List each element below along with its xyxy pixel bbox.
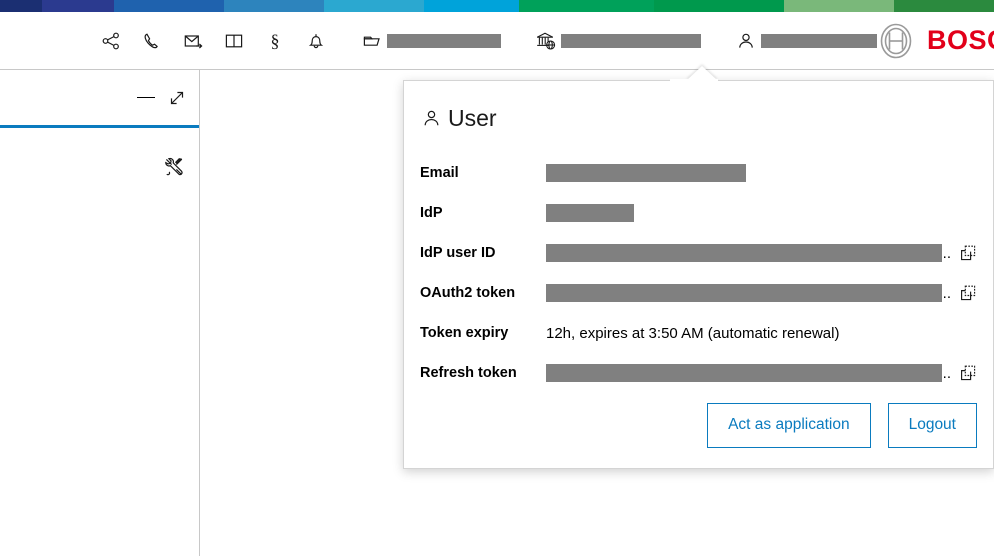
truncation-ellipsis: .. xyxy=(942,284,951,302)
copy-icon[interactable] xyxy=(959,244,977,262)
copy-icon[interactable] xyxy=(959,364,977,382)
left-panel-header xyxy=(0,70,199,128)
left-panel xyxy=(0,70,200,556)
copy-icon[interactable] xyxy=(959,284,977,302)
field-label: IdP user ID xyxy=(420,245,496,261)
app-header: § BOS xyxy=(0,12,994,70)
logout-button[interactable]: Logout xyxy=(887,403,977,448)
field-value: .. xyxy=(546,364,951,382)
app-root: § BOS User Email IdP IdP user ID .. OAut… xyxy=(0,0,994,556)
expand-icon[interactable] xyxy=(167,88,187,108)
user-field-row: Token expiry 12h, expires at 3:50 AM (aut… xyxy=(420,319,977,347)
supergraphic-segment-0 xyxy=(0,0,42,12)
redacted-value xyxy=(546,364,942,382)
user-popup: User Email IdP IdP user ID.. OAuth2 token..… xyxy=(403,80,994,469)
popup-title-text: User xyxy=(448,105,497,131)
header-icon-toolbar: § xyxy=(100,30,877,52)
user-icon xyxy=(735,30,757,52)
field-label: Token expiry xyxy=(420,325,509,341)
field-value xyxy=(546,164,977,182)
book-icon[interactable] xyxy=(223,30,245,52)
folder-label-redacted xyxy=(387,33,501,48)
field-label: Email xyxy=(420,165,459,181)
section-symbol-icon[interactable]: § xyxy=(264,30,286,52)
act-as-application-button[interactable]: Act as application xyxy=(707,403,871,448)
truncation-ellipsis: .. xyxy=(942,364,951,382)
field-value xyxy=(546,204,977,222)
supergraphic-segment-4 xyxy=(324,0,424,12)
svg-text:§: § xyxy=(271,31,280,51)
redacted-value xyxy=(546,284,942,302)
supergraphic-segment-1 xyxy=(42,0,114,12)
bosch-wordmark: BOSCH xyxy=(927,25,994,55)
minimize-icon[interactable] xyxy=(137,97,155,98)
user-field-row: IdP xyxy=(420,199,977,227)
supergraphic-segment-2 xyxy=(114,0,224,12)
user-field-row: OAuth2 token.. xyxy=(420,279,977,307)
tools-icon[interactable] xyxy=(163,156,185,178)
share-icon[interactable] xyxy=(100,30,122,52)
folder-group[interactable] xyxy=(361,30,501,52)
bosch-supergraphic xyxy=(0,0,994,12)
popup-tail-mask xyxy=(670,79,718,83)
supergraphic-segment-8 xyxy=(784,0,894,12)
folder-icon xyxy=(361,30,383,52)
truncation-ellipsis: .. xyxy=(942,244,951,262)
tenant-group[interactable] xyxy=(535,30,701,52)
user-group[interactable] xyxy=(735,30,877,52)
bosch-symbol-icon xyxy=(880,23,912,58)
supergraphic-segment-7 xyxy=(654,0,784,12)
tenant-label-redacted xyxy=(561,33,701,48)
user-field-row: Refresh token.. xyxy=(420,359,977,387)
field-value: .. xyxy=(546,284,951,302)
user-label-redacted xyxy=(761,33,877,48)
supergraphic-segment-5 xyxy=(424,0,519,12)
field-label: OAuth2 token xyxy=(420,285,516,301)
user-field-row: IdP user ID.. xyxy=(420,239,977,267)
supergraphic-segment-6 xyxy=(519,0,654,12)
user-field-row: Email xyxy=(420,159,977,187)
phone-icon[interactable] xyxy=(141,30,163,52)
field-value: 12h, expires at 3:50 AM (automatic renew… xyxy=(546,325,977,342)
redacted-value xyxy=(546,164,746,182)
bank-globe-icon xyxy=(535,30,557,52)
supergraphic-segment-9 xyxy=(894,0,994,12)
email-forward-icon[interactable] xyxy=(182,30,204,52)
field-value: .. xyxy=(546,244,951,262)
bosch-logo: BOSCH xyxy=(877,22,994,60)
popup-actions: Act as application Logout xyxy=(707,403,977,448)
user-icon xyxy=(424,110,439,126)
popup-title: User xyxy=(420,105,977,132)
redacted-value xyxy=(546,204,634,222)
supergraphic-segment-3 xyxy=(224,0,324,12)
field-label: IdP xyxy=(420,205,443,221)
field-text-value: 12h, expires at 3:50 AM (automatic renew… xyxy=(546,324,840,342)
redacted-value xyxy=(546,244,942,262)
left-panel-toolbar xyxy=(0,128,199,188)
bell-icon[interactable] xyxy=(305,30,327,52)
user-field-list: Email IdP IdP user ID.. OAuth2 token.. Token… xyxy=(420,159,977,387)
field-label: Refresh token xyxy=(420,365,517,381)
